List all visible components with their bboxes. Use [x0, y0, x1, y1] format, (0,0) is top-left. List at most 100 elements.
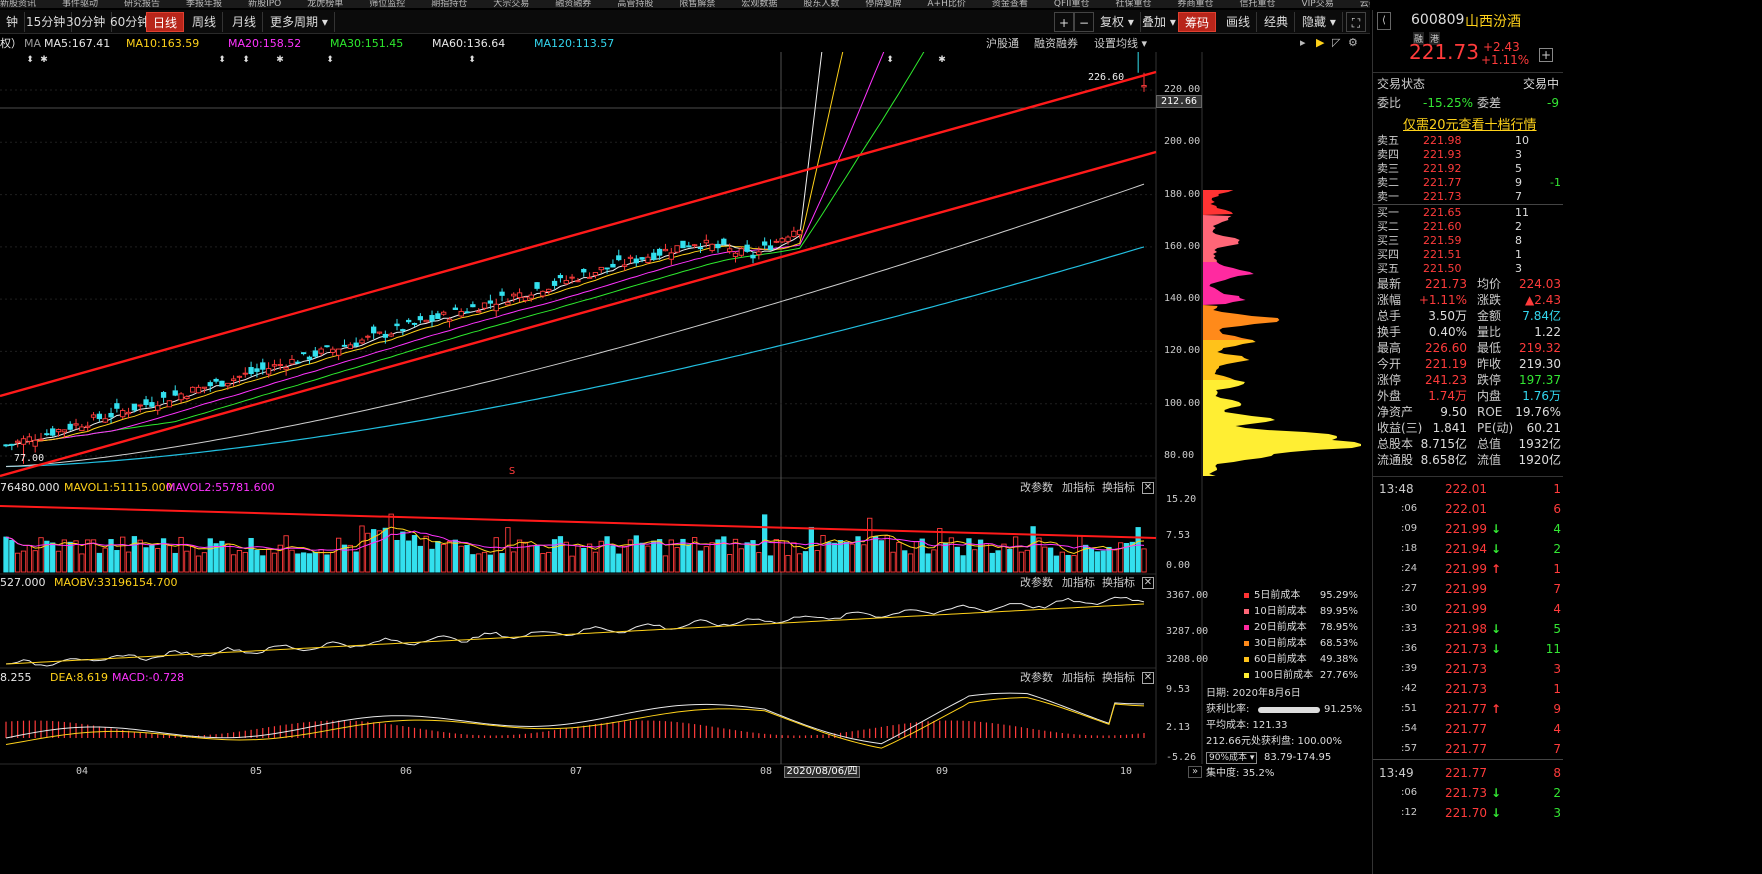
zoom-in-button[interactable]: +	[1054, 12, 1074, 32]
event-marker-icon[interactable]: ⬍	[26, 55, 34, 65]
topnav-item[interactable]: 期指持仓	[431, 0, 467, 8]
event-marker-icon[interactable]: ⬍	[326, 55, 334, 65]
topnav-item[interactable]: QFII重仓	[1054, 0, 1090, 8]
volume-bar	[1094, 551, 1100, 573]
ma-settings-button[interactable]: 设置均线 ▾	[1094, 36, 1147, 52]
macd-edit-params-button[interactable]: 改参数	[1020, 670, 1053, 686]
tool-5[interactable]: 隐藏 ▾	[1296, 12, 1343, 32]
triangle-right-icon[interactable]: ▸	[1300, 36, 1306, 49]
period-6[interactable]: 月线	[226, 12, 264, 32]
buy-level-row[interactable]: 买五 221.50 3	[1377, 262, 1563, 276]
event-marker-icon[interactable]: ✱	[276, 55, 284, 65]
candle	[621, 264, 628, 267]
topnav-item[interactable]: A+H比价	[927, 0, 965, 8]
buy-level-row[interactable]: 买四 221.51 1	[1377, 248, 1563, 262]
tool-0[interactable]: 复权 ▾	[1094, 12, 1141, 32]
topnav-item[interactable]: 宏观数据	[741, 0, 777, 8]
topnav-item[interactable]: 大宗交易	[493, 0, 529, 8]
topnav-item[interactable]: 限售解禁	[679, 0, 715, 8]
tool-4[interactable]: 经典	[1258, 12, 1296, 32]
obv-switch-indicator-button[interactable]: 换指标	[1102, 575, 1135, 591]
tick-price: 221.99	[1445, 602, 1487, 616]
topnav-item[interactable]: 高管持股	[617, 0, 653, 8]
candle	[493, 303, 499, 312]
sell-level-row[interactable]: 卖二 221.77 9 -1	[1377, 176, 1563, 190]
topnav-item[interactable]: 新股资讯	[0, 0, 36, 8]
topnav-item[interactable]: 停牌复牌	[865, 0, 901, 8]
candle	[487, 300, 494, 304]
vol-edit-params-button[interactable]: 改参数	[1020, 480, 1053, 496]
time-axis-label: 06	[400, 766, 413, 777]
macd-switch-indicator-button[interactable]: 换指标	[1102, 670, 1135, 686]
tick-row: :39 221.73 3	[1377, 661, 1563, 677]
tool-3[interactable]: 画线	[1220, 12, 1258, 32]
event-marker-icon[interactable]: ⬍	[242, 55, 250, 65]
tick-price: 221.99	[1445, 562, 1487, 576]
volume-bar	[832, 542, 838, 573]
topnav-item[interactable]: 券商重仓	[1177, 0, 1213, 8]
tick-volume: 4	[1553, 602, 1561, 616]
candle	[114, 403, 120, 409]
flag-icon[interactable]: ▶	[1316, 36, 1324, 49]
chip-legend-swatch	[1244, 593, 1249, 598]
upgrade-level10-link[interactable]: 仅需20元查看十档行情	[1403, 114, 1537, 133]
zoom-out-button[interactable]: −	[1074, 12, 1094, 32]
topnav-item[interactable]: 融资融券	[555, 0, 591, 8]
sell-level-row[interactable]: 卖三 221.92 5	[1377, 162, 1563, 176]
volume-bar	[674, 547, 680, 573]
gear-icon[interactable]: ⚙	[1348, 36, 1358, 49]
topnav-item[interactable]: 事件驱动	[62, 0, 98, 8]
macd-add-indicator-button[interactable]: 加指标	[1062, 670, 1095, 686]
stat-value: 1.74万	[1428, 389, 1467, 403]
pointer-icon[interactable]: ◸	[1332, 36, 1340, 49]
obv-close-icon[interactable]: ✕	[1142, 577, 1154, 589]
macd-close-icon[interactable]: ✕	[1142, 672, 1154, 684]
link-hugutong[interactable]: 沪股通	[986, 36, 1019, 52]
candle	[207, 382, 213, 387]
topnav-item[interactable]: 云养盘	[1360, 0, 1370, 8]
event-marker-icon[interactable]: ⬍	[468, 55, 476, 65]
vol-close-icon[interactable]: ✕	[1142, 482, 1154, 494]
topnav-item[interactable]: 信托重仓	[1239, 0, 1275, 8]
topnav-item[interactable]: 股东人数	[803, 0, 839, 8]
event-marker-icon[interactable]: ✱	[40, 55, 48, 65]
volume-bar	[511, 551, 517, 573]
topnav-item[interactable]: 龙虎榜单	[307, 0, 343, 8]
candle	[785, 236, 791, 242]
obv-add-indicator-button[interactable]: 加指标	[1062, 575, 1095, 591]
scroll-right-icon[interactable]: »	[1188, 766, 1202, 778]
sell-level-row[interactable]: 卖一 221.73 7	[1377, 190, 1563, 204]
event-marker-icon[interactable]: ⬍	[886, 55, 894, 65]
topnav-item[interactable]: 研究报告	[124, 0, 160, 8]
add-watchlist-icon[interactable]: +	[1539, 48, 1553, 62]
obv-edit-params-button[interactable]: 改参数	[1020, 575, 1053, 591]
cost-range-select[interactable]: 90%成本 ▾	[1206, 752, 1258, 764]
topnav-item[interactable]: 资金查看	[992, 0, 1028, 8]
tool-2[interactable]: 筹码	[1178, 12, 1217, 32]
topnav-item[interactable]: 新股IPO	[248, 0, 281, 8]
topnav-item[interactable]: 社保重仓	[1115, 0, 1151, 8]
sell-level-row[interactable]: 卖四 221.93 3	[1377, 148, 1563, 162]
period-4[interactable]: 日线	[146, 12, 185, 32]
vol-add-indicator-button[interactable]: 加指标	[1062, 480, 1095, 496]
sell-level-row[interactable]: 卖五 221.98 10	[1377, 134, 1563, 148]
period-5[interactable]: 周线	[186, 12, 224, 32]
chip-profile	[1203, 380, 1361, 476]
buy-level-row[interactable]: 买一 221.65 11	[1377, 206, 1563, 220]
vol-switch-indicator-button[interactable]: 换指标	[1102, 480, 1135, 496]
topnav-item[interactable]: VIP交易	[1302, 0, 1334, 8]
topnav-item[interactable]: 季报年报	[186, 0, 222, 8]
buy-level-row[interactable]: 买三 221.59 8	[1377, 234, 1563, 248]
topnav-item[interactable]: 筛位监控	[369, 0, 405, 8]
fullscreen-icon[interactable]: ⛶	[1346, 12, 1366, 32]
event-marker-icon[interactable]: ⬍	[218, 55, 226, 65]
s-marker-icon[interactable]: S	[509, 466, 515, 477]
period-7[interactable]: 更多周期 ▾	[264, 12, 335, 32]
main-chart-area[interactable]: ⬍ ✱ ⬍ ⬍ ✱ ⬍ ⬍ ⬍ ✱ S	[0, 52, 1370, 768]
event-marker-icon[interactable]: ✱	[938, 55, 946, 65]
buy-level-row[interactable]: 买二 221.60 2	[1377, 220, 1563, 234]
collapse-toggle-icon[interactable]: ⟨	[1377, 12, 1391, 30]
tick-row: :09 221.99 ↓ 4	[1377, 521, 1563, 537]
link-margin[interactable]: 融资融券	[1034, 36, 1078, 52]
tool-1[interactable]: 叠加 ▾	[1136, 12, 1183, 32]
